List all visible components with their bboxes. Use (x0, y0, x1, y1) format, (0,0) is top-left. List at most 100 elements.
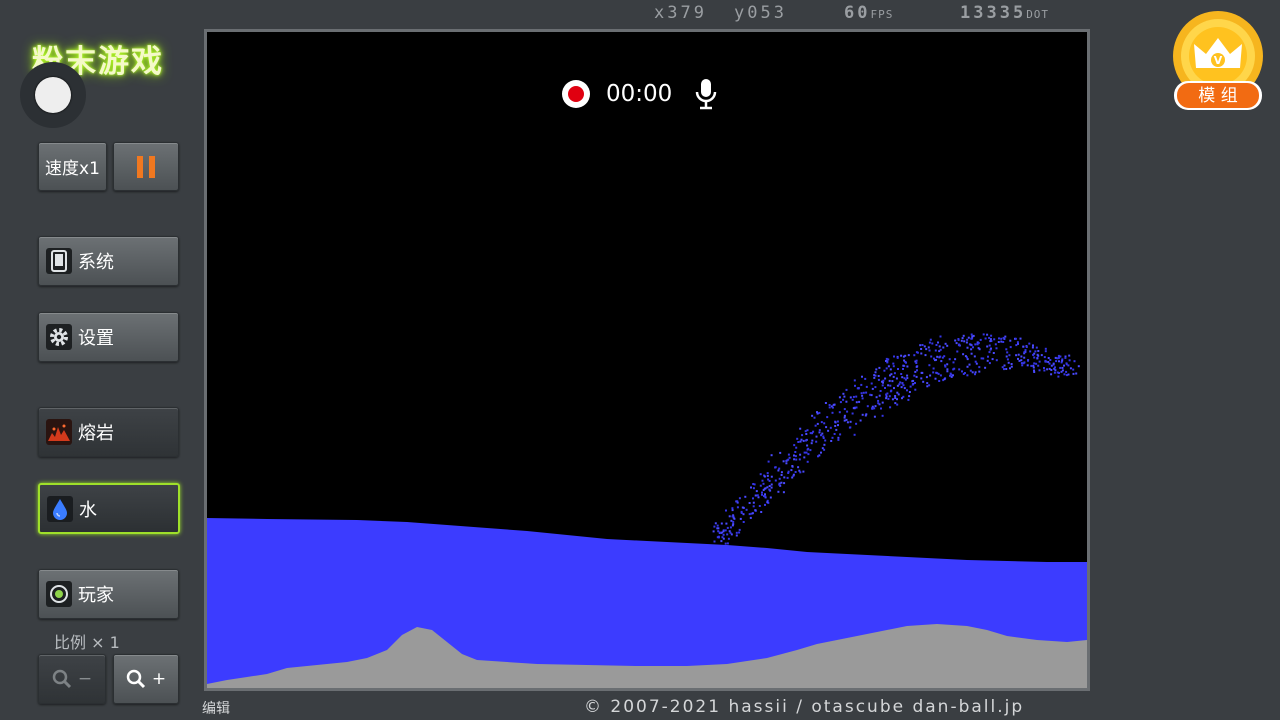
water-particle (846, 410, 849, 413)
water-particle (842, 392, 845, 395)
mod-badge-button[interactable]: V 模 组 (1172, 10, 1264, 112)
water-particle (853, 433, 856, 436)
water-particle (970, 333, 973, 336)
fps-readout: 60FPS (844, 3, 893, 23)
water-particle (766, 501, 769, 504)
water-particle (1020, 359, 1023, 362)
water-particle (865, 385, 868, 388)
water-particle (809, 449, 812, 452)
water-particle (864, 377, 867, 380)
water-particle (777, 469, 780, 472)
water-particle (957, 338, 960, 341)
lava-button[interactable]: 熔岩 (38, 407, 179, 457)
water-particle (843, 414, 846, 417)
water-particle (726, 542, 729, 545)
water-particle (774, 479, 777, 482)
water-particle (1037, 364, 1040, 367)
water-particle (956, 350, 959, 353)
water-particle (937, 372, 940, 375)
water-particle (968, 363, 971, 366)
screen-recording-indicator[interactable]: 00:00 (562, 78, 718, 110)
player-button[interactable]: 玩家 (38, 569, 179, 619)
water-particle (946, 344, 949, 347)
water-particle (738, 528, 741, 531)
water-particle (849, 396, 852, 399)
water-particle (717, 535, 720, 538)
water-particle (933, 357, 935, 360)
water-particle (858, 400, 861, 403)
water-particle (987, 355, 989, 358)
water-particle (887, 365, 890, 368)
water-particle (1003, 368, 1005, 371)
water-particle (1054, 369, 1057, 372)
water-particle (897, 368, 899, 370)
record-icon[interactable] (562, 80, 590, 108)
water-particle (843, 416, 846, 419)
simulation-canvas[interactable] (204, 29, 1090, 691)
water-particle (889, 390, 892, 393)
player-icon (46, 581, 72, 607)
water-particle (886, 361, 889, 364)
water-particle (879, 390, 882, 392)
water-particle (1077, 365, 1080, 368)
water-button[interactable]: 水 (38, 483, 180, 534)
water-particle (903, 359, 906, 362)
water-particle (852, 395, 855, 398)
water-particle (1023, 356, 1026, 359)
water-particle (907, 354, 910, 357)
water-particle (883, 369, 886, 372)
water-particle (1043, 367, 1045, 369)
water-particle (778, 477, 781, 480)
water-particle (861, 397, 864, 400)
water-particle (960, 339, 963, 342)
water-particle (875, 368, 878, 371)
water-particle (1008, 354, 1011, 357)
water-particle (915, 365, 918, 368)
water-particle (748, 502, 751, 504)
water-particle (908, 395, 911, 398)
water-particle (973, 355, 976, 358)
water-particle (974, 360, 977, 363)
settings-button[interactable]: 设置 (38, 312, 179, 362)
water-particle (1052, 362, 1055, 365)
water-particle (1009, 339, 1012, 342)
water-particle (845, 418, 848, 421)
water-particle (1055, 360, 1058, 363)
water-particle (1038, 360, 1041, 363)
microphone-icon[interactable] (694, 78, 718, 110)
water-particle (1005, 348, 1008, 351)
speed-button[interactable]: 速度x1 (38, 142, 107, 191)
water-particle (744, 495, 747, 498)
water-particle (813, 416, 816, 419)
edit-label[interactable]: 编辑 (202, 698, 230, 718)
zoom-in-button[interactable]: + (113, 654, 179, 704)
water-particle (1061, 359, 1064, 362)
water-particle (907, 398, 910, 401)
water-particle (995, 347, 998, 350)
water-particle (1075, 372, 1078, 375)
water-particle (919, 344, 922, 347)
water-particle (752, 501, 755, 504)
water-particle (1005, 368, 1008, 370)
zoom-out-button[interactable]: − (38, 654, 106, 704)
water-particle (896, 398, 898, 401)
water-particle (794, 451, 797, 453)
water-particle (1027, 359, 1029, 362)
water-particle (994, 343, 997, 346)
system-button[interactable]: 系统 (38, 236, 179, 286)
water-particle (742, 506, 745, 509)
water-particle (752, 483, 755, 485)
pen-size-indicator[interactable] (35, 77, 71, 113)
pause-button[interactable] (113, 142, 179, 191)
water-particle (896, 403, 899, 406)
water-particle (797, 466, 800, 469)
lava-icon (46, 419, 72, 445)
water-particle (794, 455, 797, 458)
water-particle (921, 344, 924, 346)
water-particle (906, 365, 909, 368)
water-particle (1033, 369, 1035, 372)
water-particle (1026, 364, 1029, 367)
water-particle (1048, 362, 1051, 365)
water-particle (1024, 349, 1027, 352)
water-particle (727, 537, 730, 540)
